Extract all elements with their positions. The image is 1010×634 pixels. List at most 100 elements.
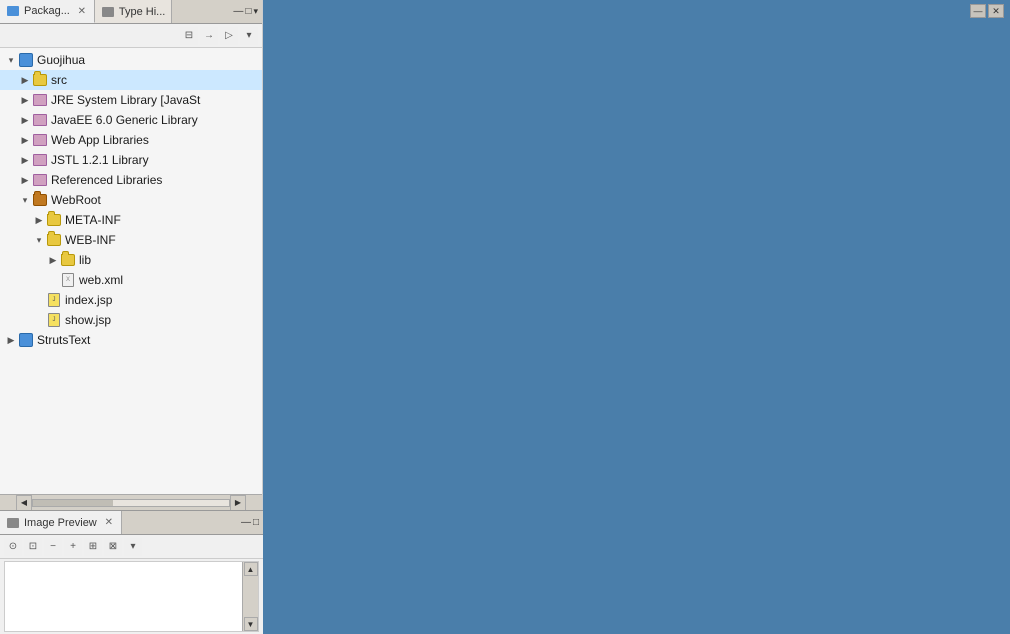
no-arrow-web-xml xyxy=(46,273,60,287)
view-more-btn[interactable]: ▾ xyxy=(124,538,142,556)
tree-label-web-xml: web.xml xyxy=(79,273,262,287)
tree-item-meta-inf[interactable]: ▶ META-INF xyxy=(0,210,262,230)
image-preview-content: ▲ ▼ xyxy=(4,561,259,632)
expand-arrow-webapp[interactable]: ▶ xyxy=(18,133,32,147)
zoom-height-btn[interactable]: ⊠ xyxy=(104,538,122,556)
link-with-editor-btn[interactable]: → xyxy=(200,27,218,45)
expand-arrow-strutstext[interactable]: ▶ xyxy=(4,333,18,347)
top-area: Packag... ✕ Type Hi... — □ ▾ xyxy=(0,0,1010,510)
tree-item-show-jsp[interactable]: J show.jsp xyxy=(0,310,262,330)
expand-arrow-jstl[interactable]: ▶ xyxy=(18,153,32,167)
toolbar-more-btn[interactable]: ▾ xyxy=(240,27,258,45)
expand-arrow-lib[interactable]: ▶ xyxy=(46,253,60,267)
tree-item-guojihua[interactable]: ▾ Guojihua xyxy=(0,50,262,70)
tab-spacer xyxy=(172,0,229,23)
tree-item-index-jsp[interactable]: J index.jsp xyxy=(0,290,262,310)
scroll-up-btn[interactable]: ▲ xyxy=(244,562,258,576)
vertical-scrollbar[interactable]: ▲ ▼ xyxy=(242,562,258,631)
panel-controls: — □ ▾ xyxy=(229,0,262,23)
close-panel-btn[interactable]: ▾ xyxy=(253,6,258,17)
scrollbar-track[interactable] xyxy=(32,499,230,507)
explorer-toolbar: ⊟ → ▷ ▾ xyxy=(0,24,262,48)
scroll-right-btn[interactable]: ▶ xyxy=(230,495,246,511)
expand-arrow-guojihua[interactable]: ▾ xyxy=(4,53,18,67)
expand-arrow-jre[interactable]: ▶ xyxy=(18,93,32,107)
show-jsp-icon: J xyxy=(46,312,62,328)
expand-arrow-reflibs[interactable]: ▶ xyxy=(18,173,32,187)
expand-arrow-javaee[interactable]: ▶ xyxy=(18,113,32,127)
package-explorer-tree[interactable]: ▾ Guojihua ▶ src xyxy=(0,48,262,494)
scroll-down-btn[interactable]: ▼ xyxy=(244,617,258,631)
main-layout: Packag... ✕ Type Hi... — □ ▾ xyxy=(0,0,1010,634)
tree-label-javaee: JavaEE 6.0 Generic Library xyxy=(51,113,262,127)
tree-item-javaee[interactable]: ▶ JavaEE 6.0 Generic Library xyxy=(0,110,262,130)
tab-type-hierarchy-label: Type Hi... xyxy=(119,6,165,18)
tab-package-explorer[interactable]: Packag... ✕ xyxy=(0,0,95,23)
bottom-area: Image Preview ✕ — □ ⊙ ⊡ − + ⊞ ⊠ ▾ xyxy=(0,510,1010,634)
actual-size-btn[interactable]: ⊡ xyxy=(24,538,42,556)
scrollbar-thumb[interactable] xyxy=(33,500,113,506)
tree-item-jstl[interactable]: ▶ JSTL 1.2.1 Library xyxy=(0,150,262,170)
src-folder-icon xyxy=(32,72,48,88)
image-preview-toolbar: ⊙ ⊡ − + ⊞ ⊠ ▾ xyxy=(0,535,263,559)
tree-label-strutstext: StrutsText xyxy=(37,333,262,347)
tab-image-preview[interactable]: Image Preview ✕ xyxy=(0,511,122,534)
index-jsp-icon: J xyxy=(46,292,62,308)
zoom-in-btn[interactable]: + xyxy=(64,538,82,556)
ref-libraries-icon xyxy=(32,172,48,188)
horizontal-scrollbar[interactable]: ◀ ▶ xyxy=(0,494,262,510)
view-menu-btn[interactable]: ▷ xyxy=(220,27,238,45)
bottom-panel-controls: — □ xyxy=(237,511,263,534)
tree-label-show-jsp: show.jsp xyxy=(65,313,262,327)
tree-label-guojihua: Guojihua xyxy=(37,53,262,67)
image-preview-panel: Image Preview ✕ — □ ⊙ ⊡ − + ⊞ ⊠ ▾ xyxy=(0,510,263,634)
project-icon xyxy=(18,52,34,68)
maximize-bottom-btn[interactable]: □ xyxy=(253,517,259,528)
tree-item-src[interactable]: ▶ src xyxy=(0,70,262,90)
zoom-width-btn[interactable]: ⊞ xyxy=(84,538,102,556)
bottom-tab-bar: Image Preview ✕ — □ xyxy=(0,511,263,535)
tree-item-web-xml[interactable]: X web.xml xyxy=(0,270,262,290)
tree-item-lib[interactable]: ▶ lib xyxy=(0,250,262,270)
tab-package-explorer-label: Packag... xyxy=(24,5,70,17)
tree-item-webapp-libs[interactable]: ▶ Web App Libraries xyxy=(0,130,262,150)
javaee-library-icon xyxy=(32,112,48,128)
close-window-btn[interactable]: ✕ xyxy=(988,4,1004,18)
type-hierarchy-icon xyxy=(101,5,115,19)
expand-arrow-webinf[interactable]: ▾ xyxy=(32,233,46,247)
tab-package-explorer-close[interactable]: ✕ xyxy=(76,5,88,17)
tree-item-jre-system[interactable]: ▶ JRE System Library [JavaSt xyxy=(0,90,262,110)
tree-item-strutstext[interactable]: ▶ StrutsText xyxy=(0,330,262,350)
no-arrow-show-jsp xyxy=(32,313,46,327)
collapse-all-btn[interactable]: ⊟ xyxy=(180,27,198,45)
tree-label-index-jsp: index.jsp xyxy=(65,293,262,307)
zoom-out-btn[interactable]: − xyxy=(44,538,62,556)
scroll-left-btn[interactable]: ◀ xyxy=(16,495,32,511)
tree-label-ref-libs: Referenced Libraries xyxy=(51,173,262,187)
meta-inf-folder-icon xyxy=(46,212,62,228)
tree-label-meta-inf: META-INF xyxy=(65,213,262,227)
expand-arrow-src[interactable]: ▶ xyxy=(18,73,32,87)
jstl-library-icon xyxy=(32,152,48,168)
tree-label-jstl: JSTL 1.2.1 Library xyxy=(51,153,262,167)
minimize-bottom-btn[interactable]: — xyxy=(241,517,251,528)
right-panel: — ✕ xyxy=(263,0,1010,510)
tree-item-web-inf[interactable]: ▾ WEB-INF xyxy=(0,230,262,250)
strutstext-project-icon xyxy=(18,332,34,348)
left-panel: Packag... ✕ Type Hi... — □ ▾ xyxy=(0,0,263,510)
minimize-window-btn[interactable]: — xyxy=(970,4,986,18)
image-preview-tab-close[interactable]: ✕ xyxy=(103,517,115,529)
maximize-panel-btn[interactable]: □ xyxy=(245,6,251,17)
expand-arrow-meta[interactable]: ▶ xyxy=(32,213,46,227)
tree-item-ref-libs[interactable]: ▶ Referenced Libraries xyxy=(0,170,262,190)
xml-file-icon: X xyxy=(60,272,76,288)
bottom-tab-spacer xyxy=(122,511,237,534)
tree-item-webroot[interactable]: ▾ WebRoot xyxy=(0,190,262,210)
expand-arrow-webroot[interactable]: ▾ xyxy=(18,193,32,207)
fit-page-btn[interactable]: ⊙ xyxy=(4,538,22,556)
tab-type-hierarchy[interactable]: Type Hi... xyxy=(95,0,172,23)
jre-library-icon xyxy=(32,92,48,108)
window-controls: — ✕ xyxy=(970,4,1004,18)
tree-label-lib: lib xyxy=(79,253,262,267)
minimize-panel-btn[interactable]: — xyxy=(233,6,243,17)
